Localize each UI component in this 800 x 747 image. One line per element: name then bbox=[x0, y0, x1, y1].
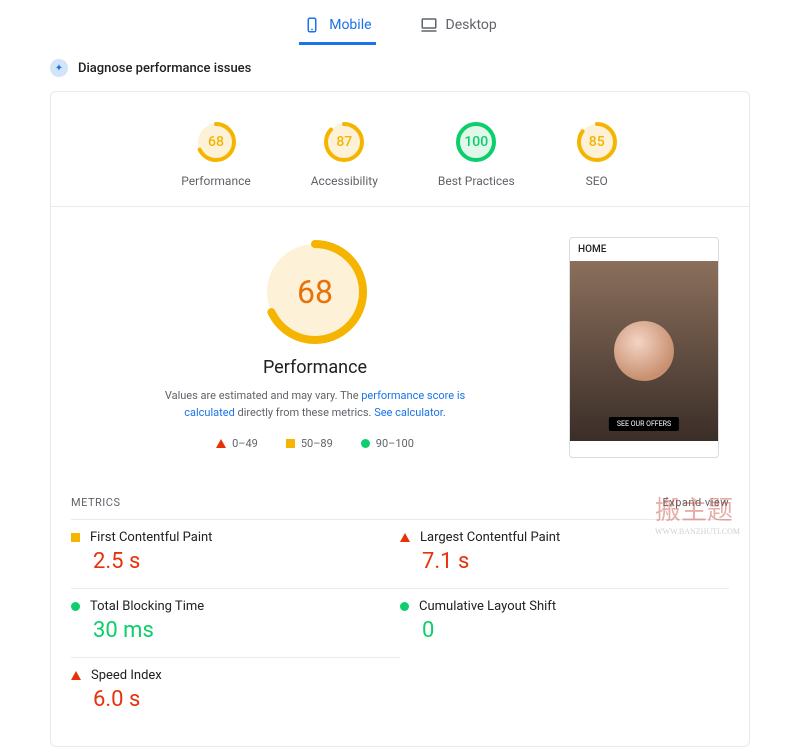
performance-description: Values are estimated and may vary. The p… bbox=[145, 388, 485, 421]
triangle-icon bbox=[400, 533, 410, 542]
circle-icon bbox=[400, 602, 409, 611]
metric-value: 6.0 s bbox=[93, 687, 400, 712]
tab-mobile-label: Mobile bbox=[329, 17, 371, 33]
metric-name: Cumulative Layout Shift bbox=[419, 599, 556, 614]
gauge-seo[interactable]: 85 SEO bbox=[575, 120, 619, 188]
diagnose-label: Diagnose performance issues bbox=[78, 61, 251, 76]
preview-header: HOME bbox=[570, 238, 718, 261]
metric-total-blocking-time: Total Blocking Time 30 ms bbox=[71, 588, 400, 657]
metric-largest-contentful-paint: Largest Contentful Paint 7.1 s bbox=[400, 519, 729, 588]
gauge-value: 100 bbox=[454, 120, 498, 164]
gauge-performance[interactable]: 68 Performance bbox=[181, 120, 250, 188]
expand-view-link[interactable]: Expand view bbox=[663, 496, 729, 509]
see-calculator-link[interactable]: See calculator. bbox=[374, 406, 446, 419]
diagnose-header: ✦ Diagnose performance issues bbox=[0, 45, 800, 91]
metric-value: 0 bbox=[422, 618, 729, 643]
metric-name: Largest Contentful Paint bbox=[420, 530, 560, 545]
gauge-value: 85 bbox=[575, 120, 619, 164]
diagnose-icon: ✦ bbox=[50, 59, 68, 77]
preview-cta: SEE OUR OFFERS bbox=[609, 417, 679, 431]
gauge-row: 68 Performance 87 Accessibility 100 Best Prac… bbox=[51, 92, 749, 207]
performance-score: 68 bbox=[260, 237, 370, 347]
tab-mobile[interactable]: Mobile bbox=[299, 8, 375, 45]
metric-value: 2.5 s bbox=[93, 549, 400, 574]
triangle-icon bbox=[71, 671, 81, 680]
desktop-icon bbox=[420, 16, 438, 34]
report-card: 68 Performance 87 Accessibility 100 Best Prac… bbox=[50, 91, 750, 747]
tab-desktop-label: Desktop bbox=[446, 17, 497, 33]
square-icon bbox=[71, 533, 80, 542]
gauge-value: 87 bbox=[322, 120, 366, 164]
metric-name: Total Blocking Time bbox=[90, 599, 204, 614]
metrics-title: METRICS bbox=[71, 496, 121, 509]
preview-person bbox=[614, 321, 674, 381]
metric-cumulative-layout-shift: Cumulative Layout Shift 0 bbox=[400, 588, 729, 657]
triangle-icon bbox=[216, 439, 226, 448]
page-preview: HOME SEE OUR OFFERS bbox=[569, 237, 719, 458]
gauge-best-practices[interactable]: 100 Best Practices bbox=[438, 120, 515, 188]
circle-icon bbox=[361, 439, 370, 448]
gauge-accessibility[interactable]: 87 Accessibility bbox=[311, 120, 378, 188]
metrics-header: METRICS Expand view bbox=[51, 478, 749, 519]
performance-gauge-large: 68 bbox=[260, 237, 370, 347]
score-legend: 0–49 50–89 90–100 bbox=[216, 437, 414, 450]
square-icon bbox=[286, 439, 295, 448]
gauge-label: SEO bbox=[586, 174, 608, 188]
metrics-grid: First Contentful Paint2.5 sLargest Conte… bbox=[51, 519, 749, 746]
gauge-label: Performance bbox=[181, 174, 250, 188]
performance-title: Performance bbox=[263, 357, 367, 378]
tab-desktop[interactable]: Desktop bbox=[416, 8, 501, 45]
metric-name: First Contentful Paint bbox=[90, 530, 212, 545]
metric-value: 30 ms bbox=[93, 618, 400, 643]
metric-speed-index: Speed Index 6.0 s bbox=[71, 657, 400, 726]
preview-image: SEE OUR OFFERS bbox=[570, 261, 718, 441]
metric-name: Speed Index bbox=[91, 668, 162, 683]
mobile-icon bbox=[303, 16, 321, 34]
metric-value: 7.1 s bbox=[422, 549, 729, 574]
gauge-value: 68 bbox=[194, 120, 238, 164]
gauge-label: Accessibility bbox=[311, 174, 378, 188]
performance-section: 68 Performance Values are estimated and … bbox=[51, 207, 749, 478]
gauge-label: Best Practices bbox=[438, 174, 515, 188]
circle-icon bbox=[71, 602, 80, 611]
metric-first-contentful-paint: First Contentful Paint 2.5 s bbox=[71, 519, 400, 588]
device-tabs: Mobile Desktop bbox=[0, 0, 800, 45]
